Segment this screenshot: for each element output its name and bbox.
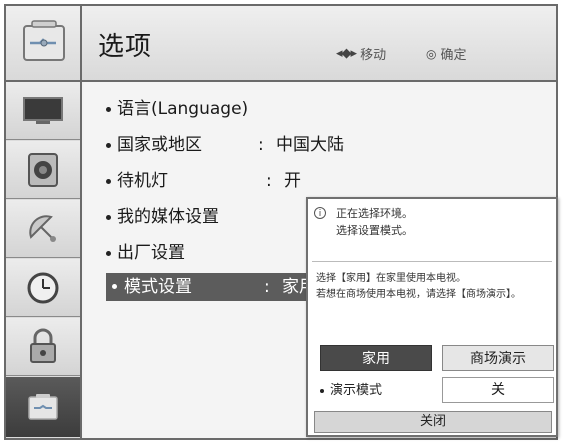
option-country[interactable]: 国家或地区 : 中国大陆 [106, 132, 406, 158]
demo-mode-label: 演示模式 [330, 383, 383, 398]
home-mode-button[interactable]: 家用 [320, 345, 432, 371]
move-arrows-icon: ◂◆▸ [336, 46, 357, 61]
bullet-icon [320, 389, 324, 393]
option-mode-colon: : [264, 277, 270, 297]
ok-circle-icon: ◎ [426, 46, 437, 61]
option-standby-light[interactable]: 待机灯 : 开 [106, 168, 406, 194]
sidebar-item-channel[interactable] [6, 200, 80, 258]
option-factory-label: 出厂设置 [117, 243, 185, 263]
dialog-line-2: 选择设置模式。 [336, 224, 413, 237]
option-country-label: 国家或地区 [117, 135, 202, 155]
close-button[interactable]: 关闭 [314, 411, 552, 433]
page-title: 选项 [98, 32, 153, 62]
dialog-desc-line-1: 选择【家用】在家里使用本电视。 [316, 273, 466, 284]
option-my-media[interactable]: 我的媒体设置 [106, 204, 219, 230]
dialog-desc-line-2: 若想在商场使用本电视，请选择【商场演示】。 [316, 289, 521, 300]
channel-satellite-icon [29, 214, 56, 242]
options-toolbox-icon [23, 20, 65, 61]
bullet-icon [106, 250, 111, 256]
divider [312, 261, 552, 262]
sidebar [6, 82, 82, 438]
option-language[interactable]: 语言(Language) [106, 96, 248, 122]
picture-tv-icon [23, 96, 63, 124]
option-my-media-label: 我的媒体设置 [117, 207, 219, 227]
move-hint-label: 移动 [360, 48, 387, 63]
sidebar-item-options[interactable] [6, 377, 80, 437]
dialog-line-1: 正在选择环境。 [336, 207, 413, 220]
bullet-icon [112, 284, 117, 289]
option-country-value: 中国大陆 [276, 135, 344, 155]
option-standby-value: 开 [284, 171, 301, 191]
option-mode-label: 模式设置 [124, 277, 192, 297]
sidebar-item-sound[interactable] [6, 141, 80, 199]
dialog-description: 选择【家用】在家里使用本电视。 若想在商场使用本电视，请选择【商场演示】。 [316, 271, 552, 303]
demo-mode-value[interactable]: 关 [442, 377, 554, 403]
option-standby-colon: : [266, 171, 272, 191]
option-language-label: 语言(Language) [117, 99, 249, 119]
sidebar-item-time[interactable] [6, 259, 80, 317]
sidebar-item-picture[interactable] [6, 82, 80, 140]
sidebar-item-lock[interactable] [6, 318, 80, 376]
mode-select-dialog: i 正在选择环境。 选择设置模式。 选择【家用】在家里使用本电视。 若想在商场使… [306, 197, 558, 437]
ok-hint: ◎ 确定 [426, 44, 467, 64]
bullet-icon [106, 106, 111, 112]
option-standby-label: 待机灯 [117, 171, 168, 191]
demo-mode-label-row: 演示模式 [320, 379, 382, 403]
option-country-colon: : [258, 135, 264, 155]
sound-speaker-icon [28, 152, 58, 187]
option-factory-reset[interactable]: 出厂设置 [106, 240, 185, 266]
header-bar: 选项 ◂◆▸ 移动 ◎ 确定 [6, 6, 556, 82]
options-toolbox-icon [28, 394, 58, 420]
ok-hint-label: 确定 [440, 48, 467, 63]
bullet-icon [106, 214, 111, 220]
header-icon-box [6, 6, 82, 80]
lock-icon [30, 328, 56, 363]
option-mode-selected[interactable]: 模式设置 : 家用 [106, 273, 326, 301]
store-demo-button[interactable]: 商场演示 [442, 345, 554, 371]
move-hint: ◂◆▸ 移动 [336, 44, 386, 63]
info-icon: i [314, 207, 326, 219]
dialog-message: i 正在选择环境。 选择设置模式。 [314, 205, 550, 257]
time-clock-icon [27, 272, 59, 303]
bullet-icon [106, 142, 111, 148]
bullet-icon [106, 178, 111, 184]
